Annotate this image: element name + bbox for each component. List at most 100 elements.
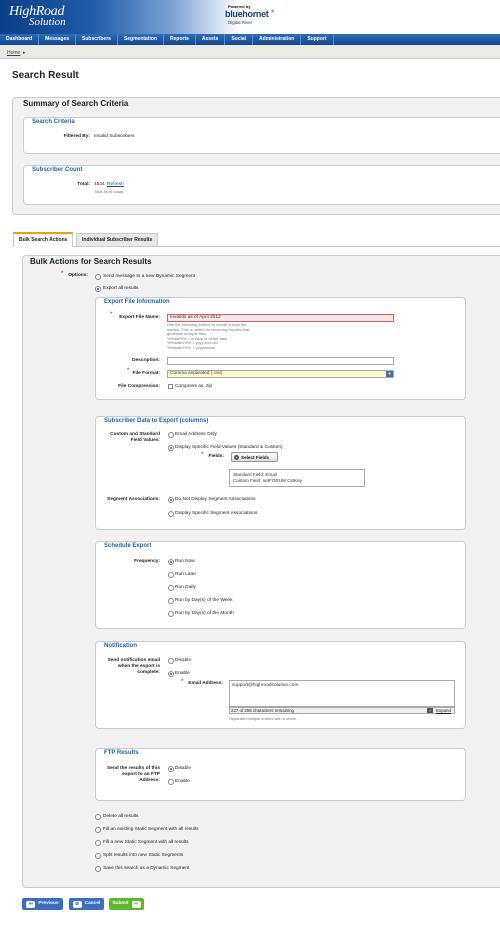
radio-ftp-enable[interactable] bbox=[168, 779, 174, 785]
radio-export-all[interactable] bbox=[95, 286, 101, 292]
split-results-label: Split results into new Static Segments bbox=[103, 853, 184, 858]
radio-run-now[interactable] bbox=[168, 559, 174, 565]
fill-new-static-label: Fill a new Static Segment with all resul… bbox=[103, 840, 189, 845]
notification-label-line1: Send notification email bbox=[107, 658, 160, 663]
file-format-label: File Format: bbox=[132, 371, 160, 376]
file-format-select[interactable]: Comma separated (.csv) bbox=[167, 370, 394, 378]
plus-icon: + bbox=[234, 454, 239, 460]
radio-fill-existing-static[interactable] bbox=[95, 827, 101, 833]
radio-specific-segment[interactable] bbox=[168, 511, 174, 517]
nav-assets[interactable]: Assets bbox=[196, 34, 226, 45]
notification-label-line2: when the export is bbox=[117, 664, 160, 669]
characters-remaining: 227 of 255 characters remaining bbox=[231, 708, 294, 713]
token-help: Use the following tokens to create uniqu… bbox=[167, 322, 250, 350]
file-name-label: Export File Name: bbox=[119, 315, 160, 320]
radio-display-specific[interactable] bbox=[168, 445, 174, 451]
radio-run-later[interactable] bbox=[168, 572, 174, 578]
tab-individual-subscriber-results[interactable]: Individual Subscriber Results bbox=[76, 233, 159, 246]
email-address-label: Email Address: bbox=[188, 681, 223, 686]
nav-subscribers[interactable]: Subscribers bbox=[76, 34, 118, 45]
options-label: Options: bbox=[68, 273, 88, 278]
nav-dashboard[interactable]: Dashboard bbox=[0, 34, 40, 45]
field-item: Custom Field: netFORUM CstKey bbox=[233, 477, 302, 483]
opt-no-segment-label: Do Not Display Segment Associations bbox=[175, 497, 256, 502]
radio-dynamic-segment[interactable] bbox=[95, 274, 101, 280]
radio-notification-enable[interactable] bbox=[168, 671, 174, 677]
export-file-info-title: Export File Information bbox=[104, 299, 170, 305]
description-input[interactable] bbox=[167, 357, 394, 365]
total-note: Total as of today. bbox=[94, 189, 124, 194]
opt-dynamic-segment-label: Send message to a new Dynamic Segment bbox=[103, 274, 195, 279]
segment-associations-label: Segment Associations: bbox=[107, 497, 160, 502]
select-fields-button[interactable]: + Select Fields bbox=[231, 452, 278, 462]
file-name-input[interactable]: Invalids as of April 2012 bbox=[167, 314, 394, 322]
arrow-right-icon: ⇨ bbox=[131, 900, 141, 908]
radio-run-daily[interactable] bbox=[168, 585, 174, 591]
opt-export-all-label: Export all results bbox=[103, 286, 139, 291]
radio-save-dynamic[interactable] bbox=[95, 866, 101, 872]
run-now-label: Run Now bbox=[175, 559, 195, 564]
radio-split-results[interactable] bbox=[95, 853, 101, 859]
radio-notification-disable[interactable] bbox=[168, 658, 174, 664]
nav-administration[interactable]: Administration bbox=[253, 34, 302, 45]
previous-label: Previous bbox=[38, 901, 59, 906]
breadcrumb-arrow-icon: ▸ bbox=[23, 50, 26, 56]
filtered-by-label: Filtered By: bbox=[63, 134, 90, 139]
frequency-label: Frequency: bbox=[134, 559, 160, 564]
run-daily-label: Run Daily bbox=[175, 585, 196, 590]
radio-run-monthly[interactable] bbox=[168, 611, 174, 617]
save-dynamic-label: Save this search as a Dynamic Segment bbox=[103, 866, 190, 871]
fields-label: Fields: bbox=[208, 454, 224, 459]
nav-social[interactable]: Social bbox=[225, 34, 254, 45]
cancel-button[interactable]: ⊘ Cancel bbox=[69, 898, 104, 910]
schedule-export-title: Schedule Export bbox=[104, 543, 152, 549]
email-address-textarea[interactable]: support@highroadsolution.com bbox=[229, 680, 455, 707]
breadcrumb-home[interactable]: Home bbox=[7, 50, 20, 56]
radio-no-segment[interactable] bbox=[168, 497, 174, 503]
highroad-logo-sub: Solution bbox=[29, 16, 66, 28]
cancel-label: Cancel bbox=[84, 901, 101, 906]
opt-specific-segment-label: Display Specific Segment Associations bbox=[175, 511, 258, 516]
total-value: 4534 bbox=[94, 182, 105, 187]
selected-fields-list: Standard Field: Email Custom Field: netF… bbox=[229, 469, 365, 487]
tab-bulk-search-actions[interactable]: Bulk Search Actions bbox=[13, 232, 74, 247]
fill-existing-static-label: Fill an existing Static Segment with all… bbox=[103, 827, 199, 832]
select-fields-label: Select Fields bbox=[241, 454, 270, 460]
radio-ftp-disable[interactable] bbox=[168, 766, 174, 772]
radio-fill-new-static[interactable] bbox=[95, 840, 101, 846]
refresh-link[interactable]: Refresh bbox=[107, 182, 124, 187]
subscriber-count-title: Subscriber Count bbox=[32, 167, 83, 173]
delete-all-label: Delete all results bbox=[103, 814, 139, 819]
notification-enable-label: Enable bbox=[175, 671, 190, 676]
file-compression-label: File Compression: bbox=[118, 384, 160, 389]
summary-title: Summary of Search Criteria bbox=[23, 99, 129, 108]
breadcrumb-bar bbox=[0, 45, 500, 59]
submit-button[interactable]: Submit ⇨ bbox=[109, 898, 144, 910]
compress-zip-checkbox[interactable] bbox=[168, 384, 173, 389]
ftp-label-line3: Address: bbox=[139, 778, 160, 783]
notification-title: Notification bbox=[104, 643, 137, 649]
notification-label-line3: complete: bbox=[137, 670, 160, 675]
radio-delete-all[interactable] bbox=[95, 814, 101, 820]
radio-run-weekly[interactable] bbox=[168, 598, 174, 604]
nav-segmentation[interactable]: Segmentation bbox=[118, 34, 164, 45]
chevron-down-icon[interactable]: ▼ bbox=[386, 371, 393, 377]
opt-display-specific-label: Display Specific Field Values (Standard … bbox=[175, 445, 283, 450]
expand-link[interactable]: Expand bbox=[436, 708, 451, 713]
previous-button[interactable]: ⇦ Previous bbox=[22, 898, 63, 910]
ftp-disable-label: Disable bbox=[175, 766, 191, 771]
run-weekly-label: Run by Day(s) of the Week bbox=[175, 598, 233, 603]
nav-support[interactable]: Support bbox=[301, 34, 334, 45]
expand-icon[interactable]: + bbox=[427, 708, 433, 713]
search-criteria-title: Search Criteria bbox=[32, 119, 75, 125]
radio-email-only[interactable] bbox=[168, 432, 174, 438]
notification-disable-label: Disable bbox=[175, 658, 191, 663]
nav-messages[interactable]: Messages bbox=[39, 34, 77, 45]
filtered-by-value: Invalid Subscribers bbox=[94, 134, 135, 139]
nav-reports[interactable]: Reports bbox=[164, 34, 196, 45]
arrow-left-icon: ⇦ bbox=[26, 900, 36, 908]
run-monthly-label: Run by Day(s) of the Month bbox=[175, 611, 234, 616]
page-title: Search Result bbox=[12, 70, 79, 81]
custom-standard-label-line2: Field Values: bbox=[130, 438, 160, 443]
schedule-export-box bbox=[95, 541, 466, 629]
